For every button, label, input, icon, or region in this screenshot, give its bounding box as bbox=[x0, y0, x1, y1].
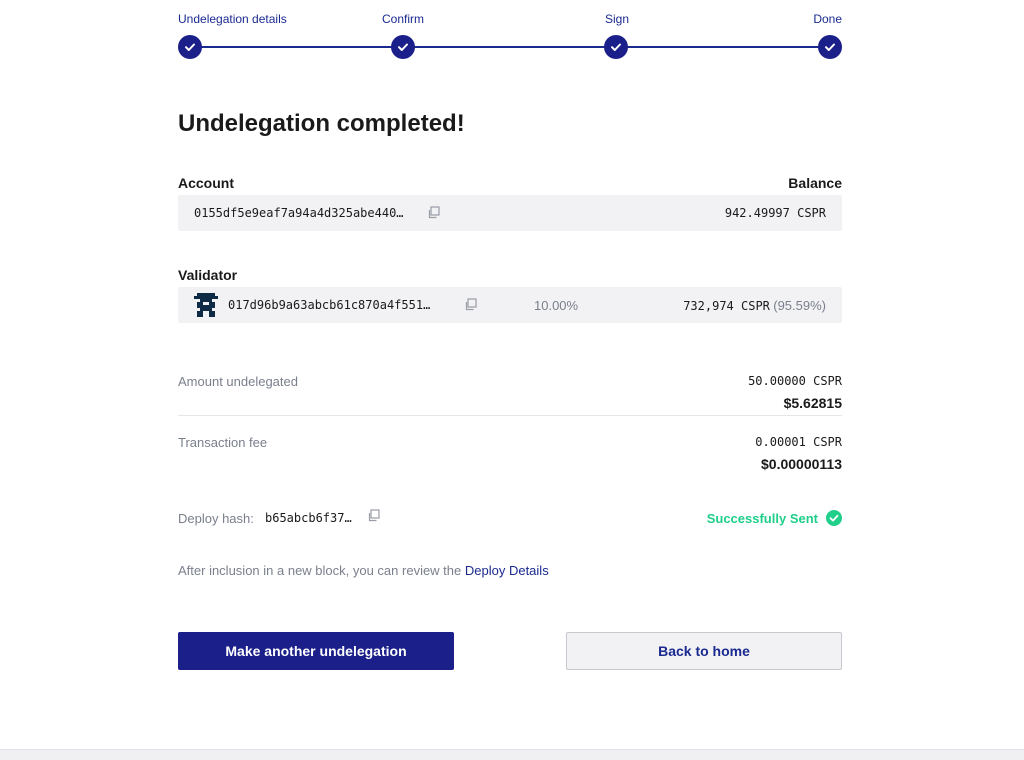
stepper-line bbox=[190, 46, 830, 48]
step-done-check-icon bbox=[818, 35, 842, 59]
page-title: Undelegation completed! bbox=[178, 110, 465, 137]
balance-label: Balance bbox=[788, 175, 842, 191]
copy-icon[interactable] bbox=[367, 509, 380, 522]
copy-icon[interactable] bbox=[464, 298, 477, 311]
deploy-details-link[interactable]: Deploy Details bbox=[465, 563, 549, 578]
step-label-details: Undelegation details bbox=[178, 12, 287, 26]
step-label-sign: Sign bbox=[605, 12, 630, 26]
step-label-done: Done bbox=[813, 12, 842, 26]
validator-stake-share: (95.59%) bbox=[773, 298, 826, 313]
account-panel: 0155df5e9eaf7a94a4d325abe440… 942.49997 … bbox=[178, 195, 842, 231]
divider bbox=[178, 415, 842, 416]
account-public-key: 0155df5e9eaf7a94a4d325abe440… bbox=[194, 206, 404, 220]
info-text-prefix: After inclusion in a new block, you can … bbox=[178, 563, 465, 578]
amount-cspr: 50.00000 CSPR bbox=[748, 374, 842, 388]
copy-icon[interactable] bbox=[427, 206, 440, 219]
fee-usd: $0.00000113 bbox=[761, 456, 842, 472]
account-balance: 942.49997 CSPR bbox=[724, 206, 826, 220]
make-another-undelegation-button[interactable]: Make another undelegation bbox=[178, 632, 454, 670]
info-text: After inclusion in a new block, you can … bbox=[178, 563, 549, 578]
fee-label: Transaction fee bbox=[178, 435, 268, 450]
validator-stake: 732,974 CSPR (95.59%) bbox=[683, 298, 826, 313]
undelegation-result: Undelegation details Confirm Sign Done U… bbox=[178, 0, 842, 670]
validator-label: Validator bbox=[178, 267, 238, 283]
fee-cspr: 0.00001 CSPR bbox=[755, 435, 842, 449]
step-sign-check-icon bbox=[604, 35, 628, 59]
step-details-check-icon bbox=[178, 35, 202, 59]
footer-bar bbox=[0, 749, 1024, 760]
validator-fee: 10.00% bbox=[534, 298, 579, 313]
step-confirm-check-icon bbox=[391, 35, 415, 59]
deploy-status-text: Successfully Sent bbox=[706, 511, 818, 526]
account-label: Account bbox=[178, 175, 234, 191]
amount-usd: $5.62815 bbox=[783, 395, 842, 411]
validator-public-key: 017d96b9a63abcb61c870a4f551… bbox=[228, 298, 431, 312]
validator-avatar-icon bbox=[194, 293, 218, 317]
success-check-icon bbox=[826, 510, 842, 526]
back-to-home-button[interactable]: Back to home bbox=[566, 632, 842, 670]
deploy-hash-label: Deploy hash: bbox=[178, 511, 254, 526]
amount-label: Amount undelegated bbox=[178, 374, 298, 389]
deploy-hash-value: b65abcb6f37… bbox=[265, 511, 352, 525]
validator-panel: 017d96b9a63abcb61c870a4f551… 10.00% 732,… bbox=[178, 287, 842, 323]
validator-stake-amount: 732,974 CSPR bbox=[683, 299, 770, 313]
step-label-confirm: Confirm bbox=[382, 12, 425, 26]
progress-stepper: Undelegation details Confirm Sign Done bbox=[178, 0, 842, 60]
